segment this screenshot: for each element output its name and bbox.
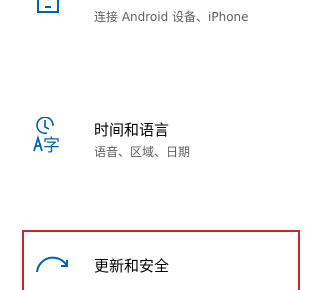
svg-text:字: 字: [43, 136, 60, 156]
tile-description: 语音、区域、日期: [94, 145, 191, 159]
settings-tile-update-security[interactable]: 更新和安全: [22, 230, 300, 290]
tile-title: 时间和语言: [94, 121, 170, 139]
time-language-icon: 字: [33, 117, 60, 156]
tile-description: 连接 Android 设备、iPhone: [94, 10, 249, 24]
tile-title: 更新和安全: [94, 257, 170, 275]
phone-icon: [37, 0, 59, 13]
settings-tile-phone[interactable]: 连接 Android 设备、iPhone: [0, 0, 306, 60]
settings-tile-time-language[interactable]: 字 时间和语言 语音、区域、日期: [0, 100, 306, 180]
update-sync-icon: [36, 256, 68, 273]
